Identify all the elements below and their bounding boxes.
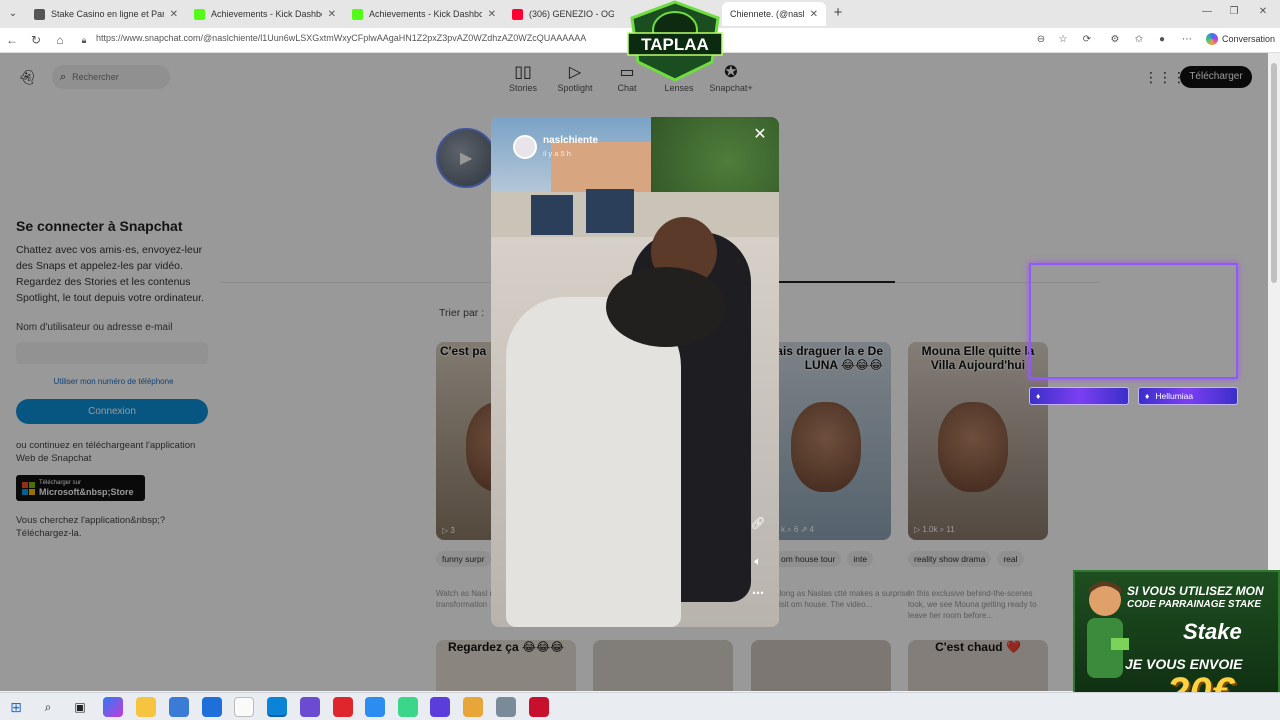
close-window-icon[interactable]: ✕: [1256, 6, 1270, 17]
kick-icon: [352, 8, 363, 20]
app-icon[interactable]: [300, 697, 320, 717]
video-user-avatar[interactable]: [513, 135, 537, 159]
url-field[interactable]: https://www.snapchat.com/@naslchiente/l1…: [96, 33, 586, 43]
taplaa-logo: TAPLAA: [620, 0, 730, 82]
video-frame-person: [606, 267, 726, 347]
taplaa-text: TAPLAA: [641, 35, 709, 54]
tab-stake[interactable]: Stake Casino en ligne et Paris Sporti ✕: [26, 2, 186, 26]
edge-icon[interactable]: [267, 697, 287, 717]
copilot-icon[interactable]: [103, 697, 123, 717]
scrollbar-thumb[interactable]: [1271, 63, 1277, 283]
conversation-label: Conversation: [1222, 34, 1276, 44]
tab-kick-1[interactable]: Achievements - Kick Dashboard ✕: [186, 2, 344, 26]
search-icon[interactable]: ⌕: [38, 697, 58, 717]
promo-line-2: CODE PARRAINAGE STAKE: [1127, 599, 1262, 610]
volume-icon[interactable]: 🔈︎: [750, 553, 766, 569]
promo-line-1: SI VOUS UTILISEZ MON: [1127, 584, 1264, 598]
kick-icon: [194, 8, 205, 20]
task-view-icon[interactable]: ▣: [70, 697, 90, 717]
more-dots-icon[interactable]: ⋯: [750, 585, 766, 601]
video-frame-gate: [586, 189, 634, 233]
stream-badge: ♦: [1029, 387, 1129, 405]
extensions-icon[interactable]: ⚙: [1108, 33, 1122, 47]
back-arrow-icon[interactable]: ←: [4, 32, 20, 48]
more-dots-icon[interactable]: ⋯: [1180, 33, 1194, 47]
tab-label: Achievements - Kick Dashboard: [369, 9, 482, 19]
video-player-modal[interactable]: naslchiente il y a 5 h ✕ 🔗︎ 🔈︎ ⋯: [491, 117, 779, 627]
home-icon[interactable]: ⌂: [52, 32, 68, 48]
link-icon[interactable]: 🔗︎: [750, 515, 766, 531]
notepad-icon[interactable]: [234, 697, 254, 717]
copilot-icon: [1206, 33, 1218, 45]
close-icon[interactable]: ✕: [750, 125, 770, 145]
favorites-icon[interactable]: ✩: [1132, 33, 1146, 47]
app-icon[interactable]: [398, 697, 418, 717]
tab-label: Achievements - Kick Dashboard: [211, 9, 322, 19]
video-username[interactable]: naslchiente: [543, 135, 598, 146]
close-icon[interactable]: ✕: [328, 9, 336, 20]
badge-label: Hellumiaa: [1155, 391, 1194, 401]
app-icon[interactable]: [496, 697, 516, 717]
tab-label: Chiennete. (@nasl: [730, 9, 804, 19]
promo-brand: Stake: [1183, 619, 1242, 644]
reload-icon[interactable]: ↻: [28, 32, 44, 48]
diamond-icon: ♦: [1036, 391, 1041, 401]
video-frame-person: [506, 297, 681, 627]
windows-taskbar: ⊞ ⌕ ▣: [0, 692, 1280, 720]
tab-favicon: [34, 8, 45, 20]
tab-actions-chevron-icon[interactable]: ⌄: [4, 6, 22, 22]
close-icon[interactable]: ✕: [810, 9, 818, 20]
diamond-icon: ♦: [1145, 391, 1150, 401]
folder-icon[interactable]: [136, 697, 156, 717]
restore-icon[interactable]: ❐: [1227, 6, 1241, 17]
copilot-conversation-button[interactable]: Conversation: [1206, 33, 1275, 45]
minimize-icon[interactable]: —: [1200, 6, 1214, 17]
profile-avatar-icon[interactable]: ●: [1155, 33, 1169, 47]
windows-start-icon[interactable]: ⊞: [6, 697, 26, 717]
lock-icon[interactable]: 🔒︎: [76, 32, 92, 48]
reader-icon[interactable]: ⊖: [1034, 33, 1048, 47]
tab-youtube[interactable]: (306) GENEZIO - OG (f: [504, 2, 622, 26]
app-icon[interactable]: [463, 697, 483, 717]
new-tab-plus-icon[interactable]: +: [830, 4, 846, 22]
stream-badge: ♦ Hellumiaa: [1138, 387, 1238, 405]
refresh-extension-icon[interactable]: ⟳: [1080, 33, 1094, 47]
favorite-star-icon[interactable]: ☆: [1056, 33, 1070, 47]
store-icon[interactable]: [169, 697, 189, 717]
tab-kick-2[interactable]: Achievements - Kick Dashboard ✕: [344, 2, 504, 26]
tab-label: (306) GENEZIO - OG (f: [529, 9, 614, 19]
app-icon[interactable]: [529, 697, 549, 717]
tab-label: Stake Casino en ligne et Paris Sporti: [51, 9, 164, 19]
promo-character-icon: [1087, 581, 1129, 678]
close-icon[interactable]: ✕: [170, 9, 178, 20]
app-icon[interactable]: [430, 697, 450, 717]
opera-icon[interactable]: [333, 697, 353, 717]
youtube-icon: [512, 8, 523, 20]
app-icon[interactable]: [365, 697, 385, 717]
video-timestamp: il y a 5 h: [543, 149, 571, 158]
close-icon[interactable]: ✕: [488, 9, 496, 20]
stream-alert-frame: [1029, 263, 1238, 379]
video-frame-gate: [531, 195, 573, 235]
tab-snapchat[interactable]: Chiennete. (@nasl ✕: [722, 2, 826, 26]
mail-icon[interactable]: [202, 697, 222, 717]
